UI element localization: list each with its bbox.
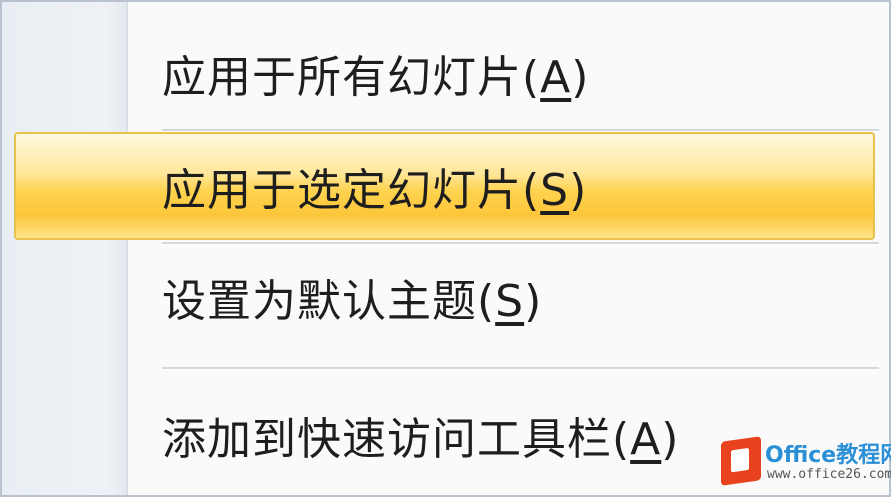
context-menu: 应用于所有幻灯片(A) 应用于选定幻灯片(S) 设置为默认主题(S) 添加到快速…: [0, 0, 891, 497]
menu-item-label: 添加到快速访问工具栏(A): [162, 414, 680, 465]
watermark-brand: Office教程网: [765, 443, 891, 468]
menu-item-label: 设置为默认主题(S): [162, 276, 543, 327]
site-watermark: Office教程网 www.office26.com: [719, 435, 891, 491]
menu-item-label: 应用于所有幻灯片(A): [162, 52, 590, 103]
mnemonic-key: S: [495, 276, 525, 327]
menu-item-apply-selected-slides[interactable]: 应用于选定幻灯片(S): [14, 132, 875, 240]
menu-item-apply-all-slides[interactable]: 应用于所有幻灯片(A): [2, 20, 889, 126]
menu-item-label: 应用于选定幻灯片(S): [162, 165, 588, 216]
mnemonic-key: A: [630, 414, 662, 465]
mnemonic-key: A: [540, 52, 572, 103]
menu-item-set-default-theme[interactable]: 设置为默认主题(S): [2, 244, 889, 350]
menu-separator: [162, 367, 879, 370]
office-logo-icon: [721, 436, 761, 486]
watermark-url: www.office26.com: [767, 467, 891, 482]
mnemonic-key: S: [540, 165, 570, 216]
